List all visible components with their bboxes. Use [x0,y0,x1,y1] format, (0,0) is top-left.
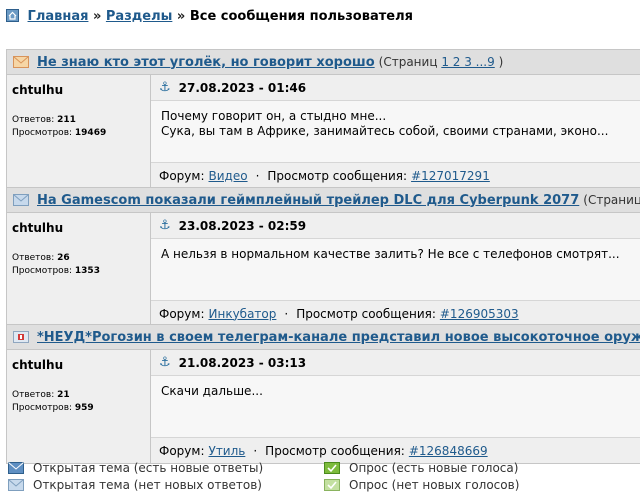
topic-pages: (Страниц 1 2 3 ...9 ) [379,55,504,69]
replies-count: 26 [57,253,70,263]
post-text-line: Сука, вы там в Африке, занимайтесь собой… [161,124,609,138]
message-link[interactable]: #126905303 [440,307,519,321]
post-text: А нельзя в нормальном качестве залить? Н… [161,247,620,262]
post-text-line: Почему говорит он, а стыдно мне... [161,109,387,123]
breadcrumb-current: Все сообщения пользователя [189,9,413,24]
topic-stats: Ответов: 26 Просмотров: 1353 [12,252,100,278]
breadcrumb-separator: » [176,9,186,24]
legend-item: Опрос (есть новые голоса) [324,461,518,475]
post-footer: Форум: Видео · Просмотр сообщения: #1270… [151,162,640,188]
views-count: 959 [74,403,94,413]
breadcrumb-separator: » [92,9,102,24]
forum-link[interactable]: Видео [209,169,248,183]
legend-item: Открытая тема (есть новые ответы) [8,461,263,475]
separator-dot: · [253,443,258,458]
view-message-label: Просмотр сообщения: [265,443,405,458]
author-name[interactable]: chtulhu [12,83,63,97]
replies-count: 211 [57,115,76,125]
topic-title-bar: *НЕУД*Рогозин в своем телеграм-канале пр… [7,325,640,350]
post-date: 27.08.2023 - 01:46 [178,80,307,95]
message-link[interactable]: #127017291 [411,169,490,183]
post-header: ⚓ 23.08.2023 - 02:59 [151,213,640,239]
envelope-icon [13,194,29,206]
forum-link[interactable]: Утиль [209,444,246,458]
forum-label: Форум: [159,443,205,458]
post-text-line: Скачи дальше... [161,384,263,398]
post-date: 21.08.2023 - 03:13 [178,355,307,370]
legend-item: Опрос (нет новых голосов) [324,478,519,492]
author-panel: chtulhu Ответов: 21 Просмотров: 959 [7,350,151,463]
post-content: ⚓ 21.08.2023 - 03:13 Скачи дальше... Фор… [151,350,640,463]
post-text: Скачи дальше... [161,384,263,399]
views-label: Просмотров: [12,403,73,413]
anchor-icon[interactable]: ⚓ [159,80,171,95]
separator-dot: · [255,168,260,183]
replies-label: Ответов: [12,253,55,263]
post-header: ⚓ 21.08.2023 - 03:13 [151,350,640,376]
topic-stats: Ответов: 21 Просмотров: 959 [12,389,94,415]
post-content: ⚓ 27.08.2023 - 01:46 Почему говорит он, … [151,75,640,188]
breadcrumb-home-link[interactable]: Главная [28,9,89,24]
breadcrumb-sections-link[interactable]: Разделы [106,9,172,24]
envelope-icon [8,479,24,491]
author-name[interactable]: chtulhu [12,221,63,235]
views-count: 1353 [74,266,100,276]
legend-label: Открытая тема (нет новых ответов) [33,478,262,492]
topic-link[interactable]: На Gamescom показали геймплейный трейлер… [37,193,579,208]
anchor-icon[interactable]: ⚓ [159,355,171,370]
forum-link[interactable]: Инкубатор [209,307,277,321]
post-card: *НЕУД*Рогозин в своем телеграм-канале пр… [6,324,640,464]
author-name[interactable]: chtulhu [12,358,63,372]
legend-label: Открытая тема (есть новые ответы) [33,461,264,475]
topic-stats: Ответов: 211 Просмотров: 19469 [12,114,106,140]
post-footer: Форум: Утиль · Просмотр сообщения: #1268… [151,437,640,463]
author-panel: chtulhu Ответов: 26 Просмотров: 1353 [7,213,151,326]
breadcrumb: Главная » Разделы » Все сообщения пользо… [6,9,413,24]
legend-item: Открытая тема (нет новых ответов) [8,478,262,492]
replies-label: Ответов: [12,115,55,125]
post-text-line: А нельзя в нормальном качестве залить? Н… [161,247,620,261]
post-footer: Форум: Инкубатор · Просмотр сообщения: #… [151,300,640,326]
pages-prefix: (Страниц [378,55,438,69]
post-content: ⚓ 23.08.2023 - 02:59 А нельзя в нормальн… [151,213,640,326]
topic-link[interactable]: Не знаю кто этот уголёк, но говорит хоро… [37,55,375,70]
legend-label: Опрос (нет новых голосов) [349,478,520,492]
pages-prefix: (Страниц [583,193,640,207]
anchor-icon[interactable]: ⚓ [159,218,171,233]
replies-label: Ответов: [12,390,55,400]
post-card: На Gamescom показали геймплейный трейлер… [6,187,640,327]
envelope-new-icon [13,56,29,68]
forum-label: Форум: [159,306,205,321]
post-header: ⚓ 27.08.2023 - 01:46 [151,75,640,101]
post-date: 23.08.2023 - 02:59 [178,218,307,233]
poll-new-icon [324,462,340,474]
topic-link[interactable]: *НЕУД*Рогозин в своем телеграм-канале пр… [37,330,640,345]
views-count: 19469 [74,128,107,138]
topic-pages: (Страниц 1 2 ) [583,193,640,207]
topic-title-bar: Не знаю кто этот уголёк, но говорит хоро… [7,50,640,75]
legend-label: Опрос (есть новые голоса) [349,461,519,475]
separator-dot: · [284,306,289,321]
post-card: Не знаю кто этот уголёк, но говорит хоро… [6,49,640,189]
author-panel: chtulhu Ответов: 211 Просмотров: 19469 [7,75,151,188]
poll-icon [324,479,340,491]
closed-topic-icon [13,331,29,343]
view-message-label: Просмотр сообщения: [296,306,436,321]
view-message-label: Просмотр сообщения: [267,168,408,183]
forum-label: Форум: [159,168,205,183]
home-icon [6,9,19,22]
views-label: Просмотров: [12,266,73,276]
pages-links[interactable]: 1 2 3 ...9 [441,55,494,69]
replies-count: 21 [57,390,70,400]
message-link[interactable]: #126848669 [409,444,488,458]
views-label: Просмотров: [12,128,73,138]
pages-suffix: ) [498,55,504,69]
envelope-new-replies-icon [8,462,24,474]
post-text: Почему говорит он, а стыдно мне... Сука,… [161,109,608,139]
topic-title-bar: На Gamescom показали геймплейный трейлер… [7,188,640,213]
